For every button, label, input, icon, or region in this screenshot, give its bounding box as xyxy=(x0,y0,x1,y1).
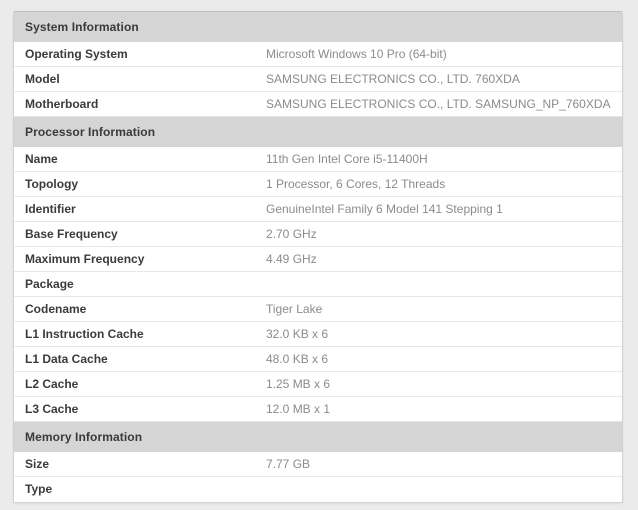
row-label: Operating System xyxy=(14,42,266,66)
row-value: 32.0 KB x 6 xyxy=(266,322,622,346)
row-value: 48.0 KB x 6 xyxy=(266,347,622,371)
section-header: Memory Information xyxy=(14,422,622,452)
row-label: L1 Data Cache xyxy=(14,347,266,371)
row-label: Identifier xyxy=(14,197,266,221)
table-row: Package xyxy=(14,272,622,297)
row-label: L1 Instruction Cache xyxy=(14,322,266,346)
table-row: ModelSAMSUNG ELECTRONICS CO., LTD. 760XD… xyxy=(14,67,622,92)
row-label: L3 Cache xyxy=(14,397,266,421)
row-label: Model xyxy=(14,67,266,91)
row-label: Maximum Frequency xyxy=(14,247,266,271)
row-value: Microsoft Windows 10 Pro (64-bit) xyxy=(266,42,622,66)
row-value xyxy=(266,272,622,296)
system-info-table: System Information Operating SystemMicros… xyxy=(13,11,623,503)
row-value: SAMSUNG ELECTRONICS CO., LTD. 760XDA xyxy=(266,67,622,91)
row-label: Topology xyxy=(14,172,266,196)
row-label: Package xyxy=(14,272,266,296)
row-value: 12.0 MB x 1 xyxy=(266,397,622,421)
table-row: CodenameTiger Lake xyxy=(14,297,622,322)
row-value: Tiger Lake xyxy=(266,297,622,321)
row-value xyxy=(266,477,622,502)
row-label: L2 Cache xyxy=(14,372,266,396)
table-row: Maximum Frequency4.49 GHz xyxy=(14,247,622,272)
section-title: Memory Information xyxy=(25,430,142,444)
table-row: Topology1 Processor, 6 Cores, 12 Threads xyxy=(14,172,622,197)
row-value: SAMSUNG ELECTRONICS CO., LTD. SAMSUNG_NP… xyxy=(266,92,622,116)
row-value: 2.70 GHz xyxy=(266,222,622,246)
row-value: 7.77 GB xyxy=(266,452,622,476)
row-label: Size xyxy=(14,452,266,476)
row-label: Codename xyxy=(14,297,266,321)
table-row: Size7.77 GB xyxy=(14,452,622,477)
section-title: System Information xyxy=(25,20,139,34)
row-value: 1.25 MB x 6 xyxy=(266,372,622,396)
row-value: GenuineIntel Family 6 Model 141 Stepping… xyxy=(266,197,622,221)
table-row: L3 Cache12.0 MB x 1 xyxy=(14,397,622,422)
section-title: Processor Information xyxy=(25,125,155,139)
row-label: Name xyxy=(14,147,266,171)
table-row: Base Frequency2.70 GHz xyxy=(14,222,622,247)
row-label: Type xyxy=(14,477,266,502)
section-header: System Information xyxy=(14,12,622,42)
table-row: MotherboardSAMSUNG ELECTRONICS CO., LTD.… xyxy=(14,92,622,117)
table-row: Type xyxy=(14,477,622,502)
table-row: IdentifierGenuineIntel Family 6 Model 14… xyxy=(14,197,622,222)
row-label: Base Frequency xyxy=(14,222,266,246)
row-label: Motherboard xyxy=(14,92,266,116)
section-header: Processor Information xyxy=(14,117,622,147)
table-row: Name11th Gen Intel Core i5-11400H xyxy=(14,147,622,172)
row-value: 11th Gen Intel Core i5-11400H xyxy=(266,147,622,171)
row-value: 1 Processor, 6 Cores, 12 Threads xyxy=(266,172,622,196)
table-row: L2 Cache1.25 MB x 6 xyxy=(14,372,622,397)
table-row: Operating SystemMicrosoft Windows 10 Pro… xyxy=(14,42,622,67)
row-value: 4.49 GHz xyxy=(266,247,622,271)
table-row: L1 Instruction Cache32.0 KB x 6 xyxy=(14,322,622,347)
table-row: L1 Data Cache48.0 KB x 6 xyxy=(14,347,622,372)
